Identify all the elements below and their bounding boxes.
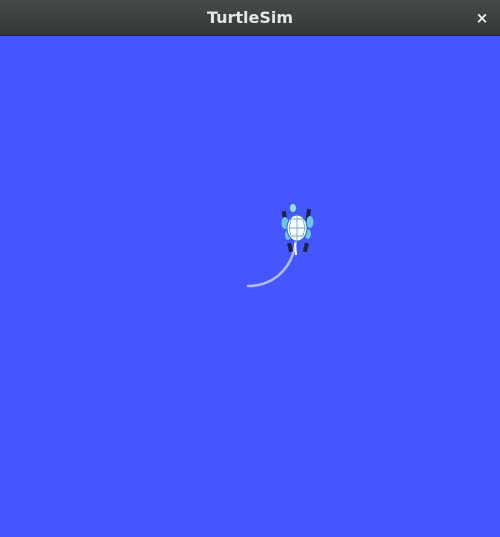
title-bar[interactable]: TurtleSim × bbox=[0, 0, 500, 36]
close-icon: × bbox=[475, 9, 489, 27]
turtlesim-window: TurtleSim × bbox=[0, 0, 500, 537]
window-title: TurtleSim bbox=[206, 8, 294, 27]
close-button[interactable]: × bbox=[472, 8, 492, 28]
turtle-canvas bbox=[0, 36, 500, 537]
canvas-drawing bbox=[246, 203, 314, 288]
turtle-icon bbox=[281, 203, 314, 256]
